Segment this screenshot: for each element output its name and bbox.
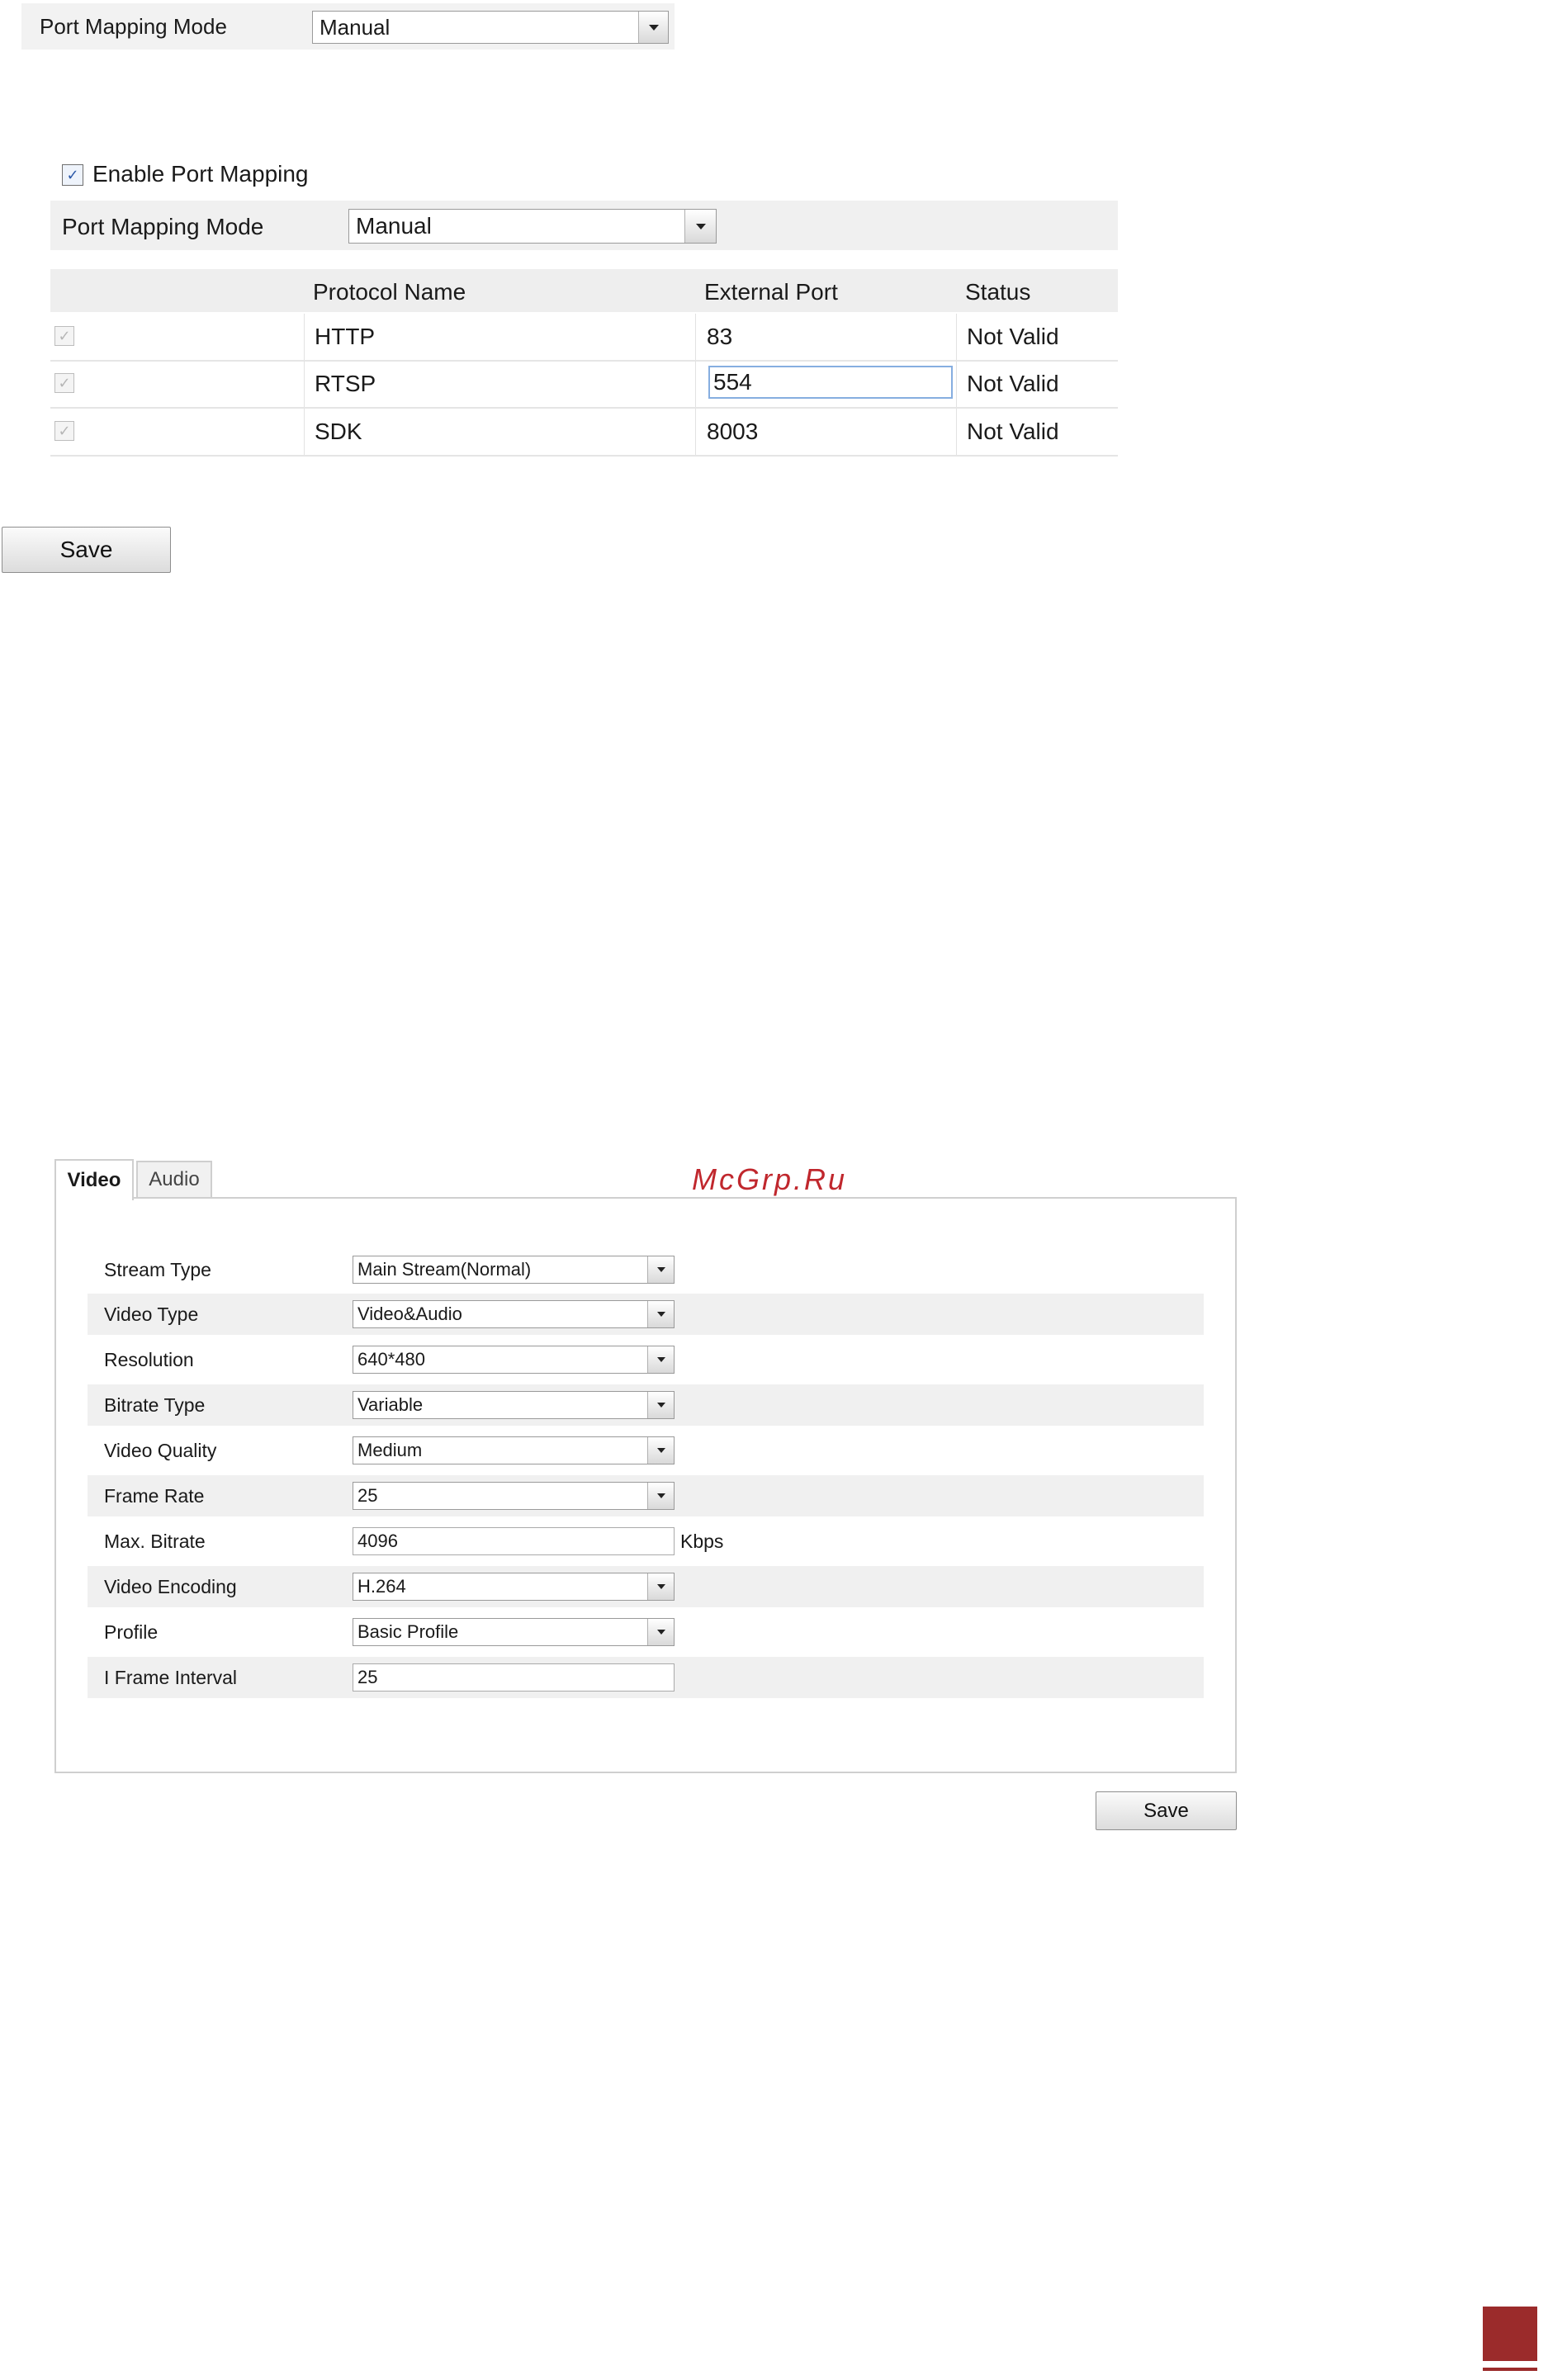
table-row: ✓ HTTP 83 Not Valid bbox=[50, 314, 1118, 362]
row-checkbox[interactable]: ✓ bbox=[54, 326, 74, 346]
field-row-video-type: Video Type Video&Audio bbox=[88, 1294, 1204, 1335]
select-value: Basic Profile bbox=[357, 1621, 459, 1642]
bitrate-type-select[interactable]: Variable bbox=[353, 1391, 675, 1419]
table-row: ✓ RTSP 554 Not Valid bbox=[50, 361, 1118, 409]
chevron-down-icon[interactable] bbox=[647, 1619, 674, 1645]
port-mapping-mode-row: Port Mapping Mode Manual bbox=[21, 3, 675, 50]
table-row: ✓ SDK 8003 Not Valid bbox=[50, 409, 1118, 457]
watermark: McGrp.Ru bbox=[692, 1162, 848, 1196]
max-bitrate-input[interactable]: 4096 bbox=[353, 1527, 675, 1555]
field-label: Stream Type bbox=[104, 1259, 211, 1280]
video-quality-select[interactable]: Medium bbox=[353, 1436, 675, 1464]
video-type-select[interactable]: Video&Audio bbox=[353, 1300, 675, 1328]
select-value: Manual bbox=[320, 14, 391, 40]
field-label: Max. Bitrate bbox=[104, 1531, 206, 1552]
port-mapping-mode-select[interactable]: Manual bbox=[312, 11, 669, 44]
select-value: Main Stream(Normal) bbox=[357, 1259, 532, 1280]
field-row-resolution: Resolution 640*480 bbox=[88, 1339, 1204, 1380]
enable-port-mapping-label: Enable Port Mapping bbox=[92, 161, 309, 187]
status-value: Not Valid bbox=[967, 419, 1059, 444]
column-header-protocol: Protocol Name bbox=[313, 279, 466, 305]
chevron-down-icon[interactable] bbox=[647, 1301, 674, 1327]
chevron-down-icon[interactable] bbox=[647, 1346, 674, 1373]
select-value: Video&Audio bbox=[357, 1304, 462, 1324]
status-value: Not Valid bbox=[967, 371, 1059, 396]
field-label: Frame Rate bbox=[104, 1485, 205, 1507]
row-checkbox[interactable]: ✓ bbox=[54, 373, 74, 393]
select-value: 25 bbox=[357, 1485, 378, 1506]
field-row-profile: Profile Basic Profile bbox=[88, 1611, 1204, 1653]
save-button-2[interactable]: Save bbox=[1096, 1791, 1237, 1830]
select-value: Medium bbox=[357, 1440, 423, 1460]
tab-video[interactable]: Video bbox=[54, 1159, 134, 1200]
port-table-header: Protocol Name External Port Status bbox=[50, 269, 1118, 312]
external-port[interactable]: 83 bbox=[707, 324, 732, 350]
frame-rate-select[interactable]: 25 bbox=[353, 1482, 675, 1510]
protocol-name: RTSP bbox=[315, 371, 376, 396]
chevron-down-icon[interactable] bbox=[647, 1392, 674, 1418]
profile-select[interactable]: Basic Profile bbox=[353, 1618, 675, 1646]
field-row-video-quality: Video Quality Medium bbox=[88, 1430, 1204, 1471]
field-label: I Frame Interval bbox=[104, 1667, 238, 1688]
select-value: 640*480 bbox=[357, 1349, 425, 1370]
field-label: Profile bbox=[104, 1621, 159, 1643]
chevron-down-icon[interactable] bbox=[647, 1256, 674, 1283]
save-button[interactable]: Save bbox=[2, 527, 171, 573]
stream-type-select[interactable]: Main Stream(Normal) bbox=[353, 1256, 675, 1284]
row-checkbox[interactable]: ✓ bbox=[54, 421, 74, 441]
unit-label: Kbps bbox=[680, 1531, 724, 1552]
field-label: Video Type bbox=[104, 1304, 199, 1325]
column-header-status: Status bbox=[965, 279, 1031, 305]
port-mapping-mode-label-2: Port Mapping Mode bbox=[62, 214, 264, 239]
i-frame-interval-input[interactable]: 25 bbox=[353, 1663, 675, 1692]
resolution-select[interactable]: 640*480 bbox=[353, 1346, 675, 1374]
field-label: Video Quality bbox=[104, 1440, 217, 1461]
chevron-down-icon[interactable] bbox=[647, 1437, 674, 1464]
field-row-video-encoding: Video Encoding H.264 bbox=[88, 1566, 1204, 1607]
field-row-frame-rate: Frame Rate 25 bbox=[88, 1475, 1204, 1516]
field-row-i-frame-interval: I Frame Interval 25 bbox=[88, 1657, 1204, 1698]
enable-port-mapping-checkbox[interactable]: ✓ bbox=[62, 164, 83, 186]
protocol-name: SDK bbox=[315, 419, 362, 444]
field-row-bitrate-type: Bitrate Type Variable bbox=[88, 1384, 1204, 1426]
external-port-input[interactable]: 554 bbox=[708, 366, 953, 399]
tab-audio[interactable]: Audio bbox=[136, 1161, 212, 1197]
video-encoding-select[interactable]: H.264 bbox=[353, 1573, 675, 1601]
status-value: Not Valid bbox=[967, 324, 1059, 349]
port-mapping-mode-row-2: Port Mapping Mode Manual bbox=[50, 201, 1118, 250]
select-value: H.264 bbox=[357, 1576, 406, 1597]
port-mapping-mode-select-2[interactable]: Manual bbox=[348, 209, 717, 244]
column-header-external-port: External Port bbox=[704, 279, 838, 305]
protocol-name: HTTP bbox=[315, 324, 376, 349]
page-corner-mark bbox=[1483, 2307, 1537, 2361]
chevron-down-icon[interactable] bbox=[647, 1483, 674, 1509]
field-row-stream-type: Stream Type Main Stream(Normal) bbox=[88, 1249, 1204, 1290]
field-label: Video Encoding bbox=[104, 1576, 237, 1597]
chevron-down-icon[interactable] bbox=[647, 1573, 674, 1600]
select-value: Manual bbox=[356, 213, 432, 239]
external-port[interactable]: 8003 bbox=[707, 419, 758, 445]
page-corner-line bbox=[1483, 2368, 1537, 2371]
field-row-max-bitrate: Max. Bitrate 4096 Kbps bbox=[88, 1521, 1204, 1562]
select-value: Variable bbox=[357, 1394, 424, 1415]
chevron-down-icon[interactable] bbox=[684, 210, 716, 243]
field-label: Resolution bbox=[104, 1349, 194, 1370]
field-label: Bitrate Type bbox=[104, 1394, 206, 1416]
port-mapping-mode-label: Port Mapping Mode bbox=[40, 14, 227, 39]
chevron-down-icon[interactable] bbox=[638, 12, 668, 43]
